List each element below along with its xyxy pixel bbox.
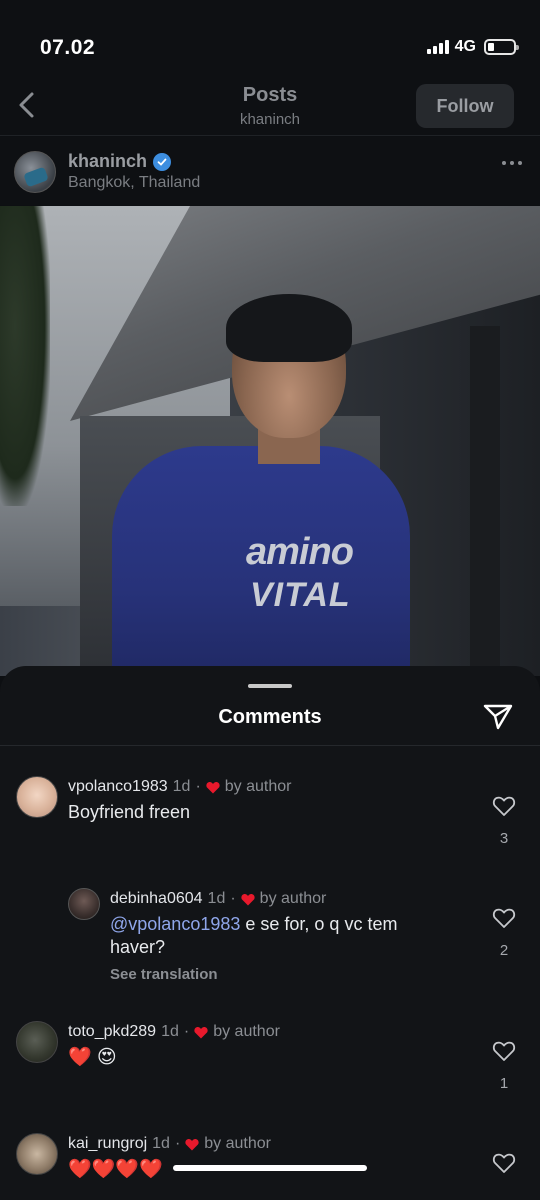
battery-icon: [484, 39, 519, 55]
like-count: 1: [499, 1075, 509, 1092]
comment-username[interactable]: toto_pkd289: [68, 1023, 156, 1041]
author-username: khaninch: [68, 151, 148, 171]
status-indicators: 4G: [426, 38, 519, 56]
comment-username[interactable]: vpolanco1983: [68, 778, 168, 796]
commenter-avatar[interactable]: [16, 1133, 58, 1175]
verified-badge-icon: [153, 152, 172, 171]
comment-time: 1d: [161, 1023, 179, 1040]
heart-outline-icon[interactable]: [492, 1039, 516, 1063]
author-name-group[interactable]: khaninch: [68, 151, 172, 172]
author-avatar[interactable]: [14, 151, 56, 193]
comments-sheet: Comments vpolanco1983 1d · by author Boy…: [0, 666, 540, 1200]
comments-title: Comments: [218, 706, 322, 728]
mention-link[interactable]: @vpolanco1983: [110, 914, 240, 934]
heart-outline-icon[interactable]: [492, 794, 516, 818]
shirt-logo-line2: VITAL: [250, 576, 351, 614]
commenter-avatar[interactable]: [68, 888, 100, 920]
comment-username[interactable]: kai_rungroj: [68, 1135, 147, 1153]
comment-time: 1d: [172, 778, 191, 795]
commenter-avatar[interactable]: [16, 776, 58, 818]
heart-outline-icon[interactable]: [492, 1151, 516, 1175]
author-liked-heart-icon: [185, 1138, 199, 1150]
sheet-drag-handle[interactable]: [248, 684, 292, 688]
divider: [0, 745, 540, 746]
home-indicator[interactable]: [173, 1165, 367, 1171]
post-author-row: khaninch Bangkok, Thailand: [0, 137, 540, 205]
top-nav: Posts khaninch Follow: [0, 78, 540, 136]
comment-time: 1d: [152, 1135, 170, 1152]
commenter-avatar[interactable]: [16, 1021, 58, 1063]
separator-dot: ·: [195, 778, 201, 795]
post-location[interactable]: Bangkok, Thailand: [68, 174, 200, 192]
comment-reply-item: debinha0604 1d · by author @vpolanco1983…: [0, 886, 540, 996]
liked-by-author-label: by author: [259, 890, 327, 907]
more-options-icon[interactable]: [502, 161, 522, 165]
separator-dot: ·: [174, 1135, 181, 1152]
comment-emoji-text: ❤️❤️❤️❤️: [68, 1159, 163, 1180]
comment-emoji-text: ❤️ 😍: [68, 1047, 117, 1068]
comment-text: @vpolanco1983 e se for, o q vc tem haver…: [110, 913, 440, 959]
comment-item: vpolanco1983 1d · by author Boyfriend fr…: [0, 774, 540, 874]
liked-by-author-label: by author: [224, 778, 292, 795]
signal-icon: [426, 40, 449, 54]
heart-outline-icon[interactable]: [492, 906, 516, 930]
author-liked-heart-icon: [206, 781, 220, 793]
author-liked-heart-icon: [194, 1026, 208, 1038]
author-liked-heart-icon: [241, 893, 255, 905]
liked-by-author-label: by author: [204, 1135, 271, 1152]
like-count: 2: [499, 942, 509, 959]
follow-button[interactable]: Follow: [416, 84, 514, 128]
separator-dot: ·: [230, 890, 236, 907]
comment-text: Boyfriend freen: [68, 802, 191, 822]
like-count: 3: [499, 830, 509, 847]
comment-item: toto_pkd289 1d · by author ❤️ 😍 1: [0, 1019, 540, 1119]
comment-time: 1d: [207, 890, 226, 907]
share-icon[interactable]: [482, 700, 514, 732]
network-label: 4G: [454, 38, 476, 55]
comment-username[interactable]: debinha0604: [110, 890, 203, 908]
post-photo[interactable]: amino VITAL: [0, 206, 540, 676]
see-translation-link[interactable]: See translation: [110, 966, 218, 983]
separator-dot: ·: [183, 1023, 190, 1040]
status-bar: 07.02 4G: [0, 0, 540, 78]
liked-by-author-label: by author: [213, 1023, 280, 1040]
shirt-logo-line1: amino: [246, 531, 354, 573]
status-time: 07.02: [40, 36, 96, 59]
